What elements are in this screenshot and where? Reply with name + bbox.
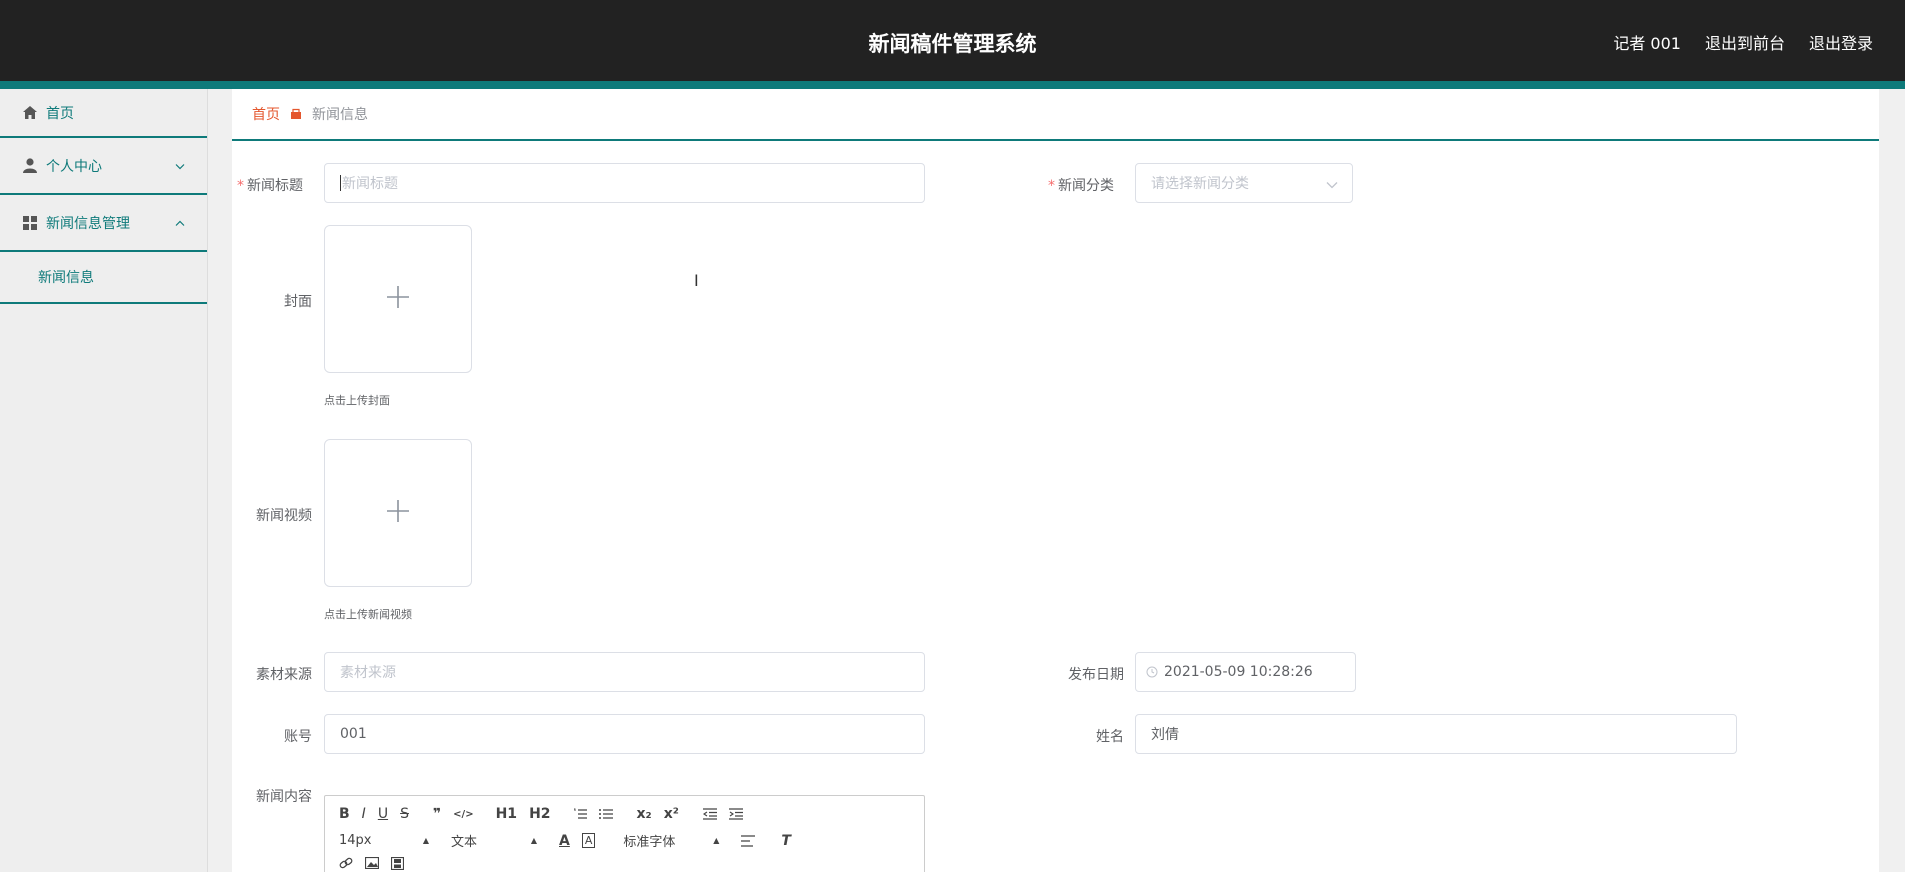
font-color-icon[interactable]: A [559,833,570,849]
underline-button[interactable]: U [378,806,388,822]
account-label: 账号 [284,729,312,745]
cover-upload[interactable] [324,225,472,373]
chevron-down-icon [175,159,185,172]
chevron-up-icon [175,216,185,229]
bullet-list-icon[interactable] [598,808,613,820]
video-label: 新闻视频 [256,508,312,524]
home-icon [22,105,38,121]
font-size-select[interactable]: 14px ▲ [339,833,429,848]
sidebar-item-label: 首页 [46,105,74,122]
name-label: 姓名 [1096,729,1124,745]
name-input[interactable]: 刘倩 [1135,714,1737,754]
user-icon [22,158,38,174]
content-label: 新闻内容 [256,789,312,805]
editor-toolbar-row-2: 14px ▲ 文本 ▲ A A 标准字体 ▲ T [339,831,803,851]
breadcrumb-current: 新闻信息 [312,107,368,123]
sidebar-subitem-news-info[interactable]: 新闻信息 [0,252,207,304]
blockquote-button[interactable]: ❞ [433,806,441,822]
logout-link[interactable]: 退出登录 [1809,30,1873,54]
updown-icon: ▲ [530,836,537,845]
video-icon[interactable] [391,856,404,870]
italic-button[interactable]: I [362,806,366,822]
h2-button[interactable]: H2 [529,806,550,822]
bold-button[interactable]: B [339,806,350,822]
sidebar-item-home[interactable]: 首页 [0,89,207,138]
header-accent-bar [0,81,1905,89]
account-input[interactable]: 001 [324,714,925,754]
sidebar: 首页 个人中心 新闻信息管理 新闻信息 [0,89,208,872]
sidebar-item-news-management[interactable]: 新闻信息管理 [0,195,207,252]
mouse-ibeam-cursor: I [694,271,699,290]
sidebar-item-label: 新闻信息管理 [46,215,130,232]
sidebar-item-profile[interactable]: 个人中心 [0,138,207,195]
link-icon[interactable] [339,856,353,870]
rich-text-editor[interactable]: B I U S ❞ </> H1 H2 x₂ x² 14px ▲ 文本 ▲ A … [324,795,925,872]
subscript-button[interactable]: x₂ [637,806,652,822]
header-links: 记者 001 退出到前台 退出登录 [1613,30,1873,54]
text-caret [340,175,341,191]
publish-date-picker[interactable]: 2021-05-09 10:28:26 [1135,652,1356,692]
current-user-link[interactable]: 记者 001 [1613,30,1681,54]
news-title-input[interactable]: 新闻标题 [324,163,925,203]
updown-icon: ▲ [422,836,429,845]
header-select[interactable]: 文本 ▲ [451,831,537,850]
video-upload-tip: 点击上传新闻视频 [324,608,412,621]
chevron-down-icon [1326,177,1338,193]
indent-icon[interactable] [728,808,743,820]
sidebar-subitem-label: 新闻信息 [38,270,94,286]
back-to-frontend-link[interactable]: 退出到前台 [1705,30,1785,54]
code-block-button[interactable]: </> [453,809,473,820]
sidebar-item-label: 个人中心 [46,158,102,175]
source-input[interactable]: 素材来源 [324,652,925,692]
h1-button[interactable]: H1 [496,806,517,822]
strike-button[interactable]: S [400,806,409,822]
source-label: 素材来源 [256,667,312,683]
plus-icon [385,284,411,314]
align-left-icon[interactable] [741,834,756,847]
video-upload[interactable] [324,439,472,587]
news-category-select[interactable]: 请选择新闻分类 [1135,163,1353,203]
ordered-list-icon[interactable] [573,808,587,820]
breadcrumb-separator-icon [290,108,302,120]
news-title-label: * 新闻标题 [237,178,303,194]
cover-upload-tip: 点击上传封面 [324,394,390,407]
outdent-icon[interactable] [702,808,717,820]
main-content: 首页 新闻信息 * 新闻标题 新闻标题 * 新闻分类 请选择新闻分类 封面 点击上传… [232,89,1879,872]
top-header: 新闻稿件管理系统 记者 001 退出到前台 退出登录 [0,0,1905,81]
breadcrumb: 首页 新闻信息 [232,89,1879,141]
cover-label: 封面 [284,294,312,310]
font-family-select[interactable]: 标准字体 ▲ [623,831,719,850]
plus-icon [385,498,411,528]
background-color-icon[interactable]: A [581,833,596,848]
grid-icon [22,215,38,231]
clock-icon [1146,666,1158,678]
breadcrumb-home[interactable]: 首页 [252,104,280,124]
updown-icon: ▲ [713,836,720,845]
superscript-button[interactable]: x² [664,806,679,822]
news-category-label: * 新闻分类 [1048,178,1114,194]
editor-toolbar-row-1: B I U S ❞ </> H1 H2 x₂ x² [339,806,755,822]
editor-toolbar-row-3 [339,856,416,870]
clear-format-icon[interactable]: T [781,833,791,849]
publish-date-label: 发布日期 [1068,667,1124,683]
image-icon[interactable] [365,857,379,869]
